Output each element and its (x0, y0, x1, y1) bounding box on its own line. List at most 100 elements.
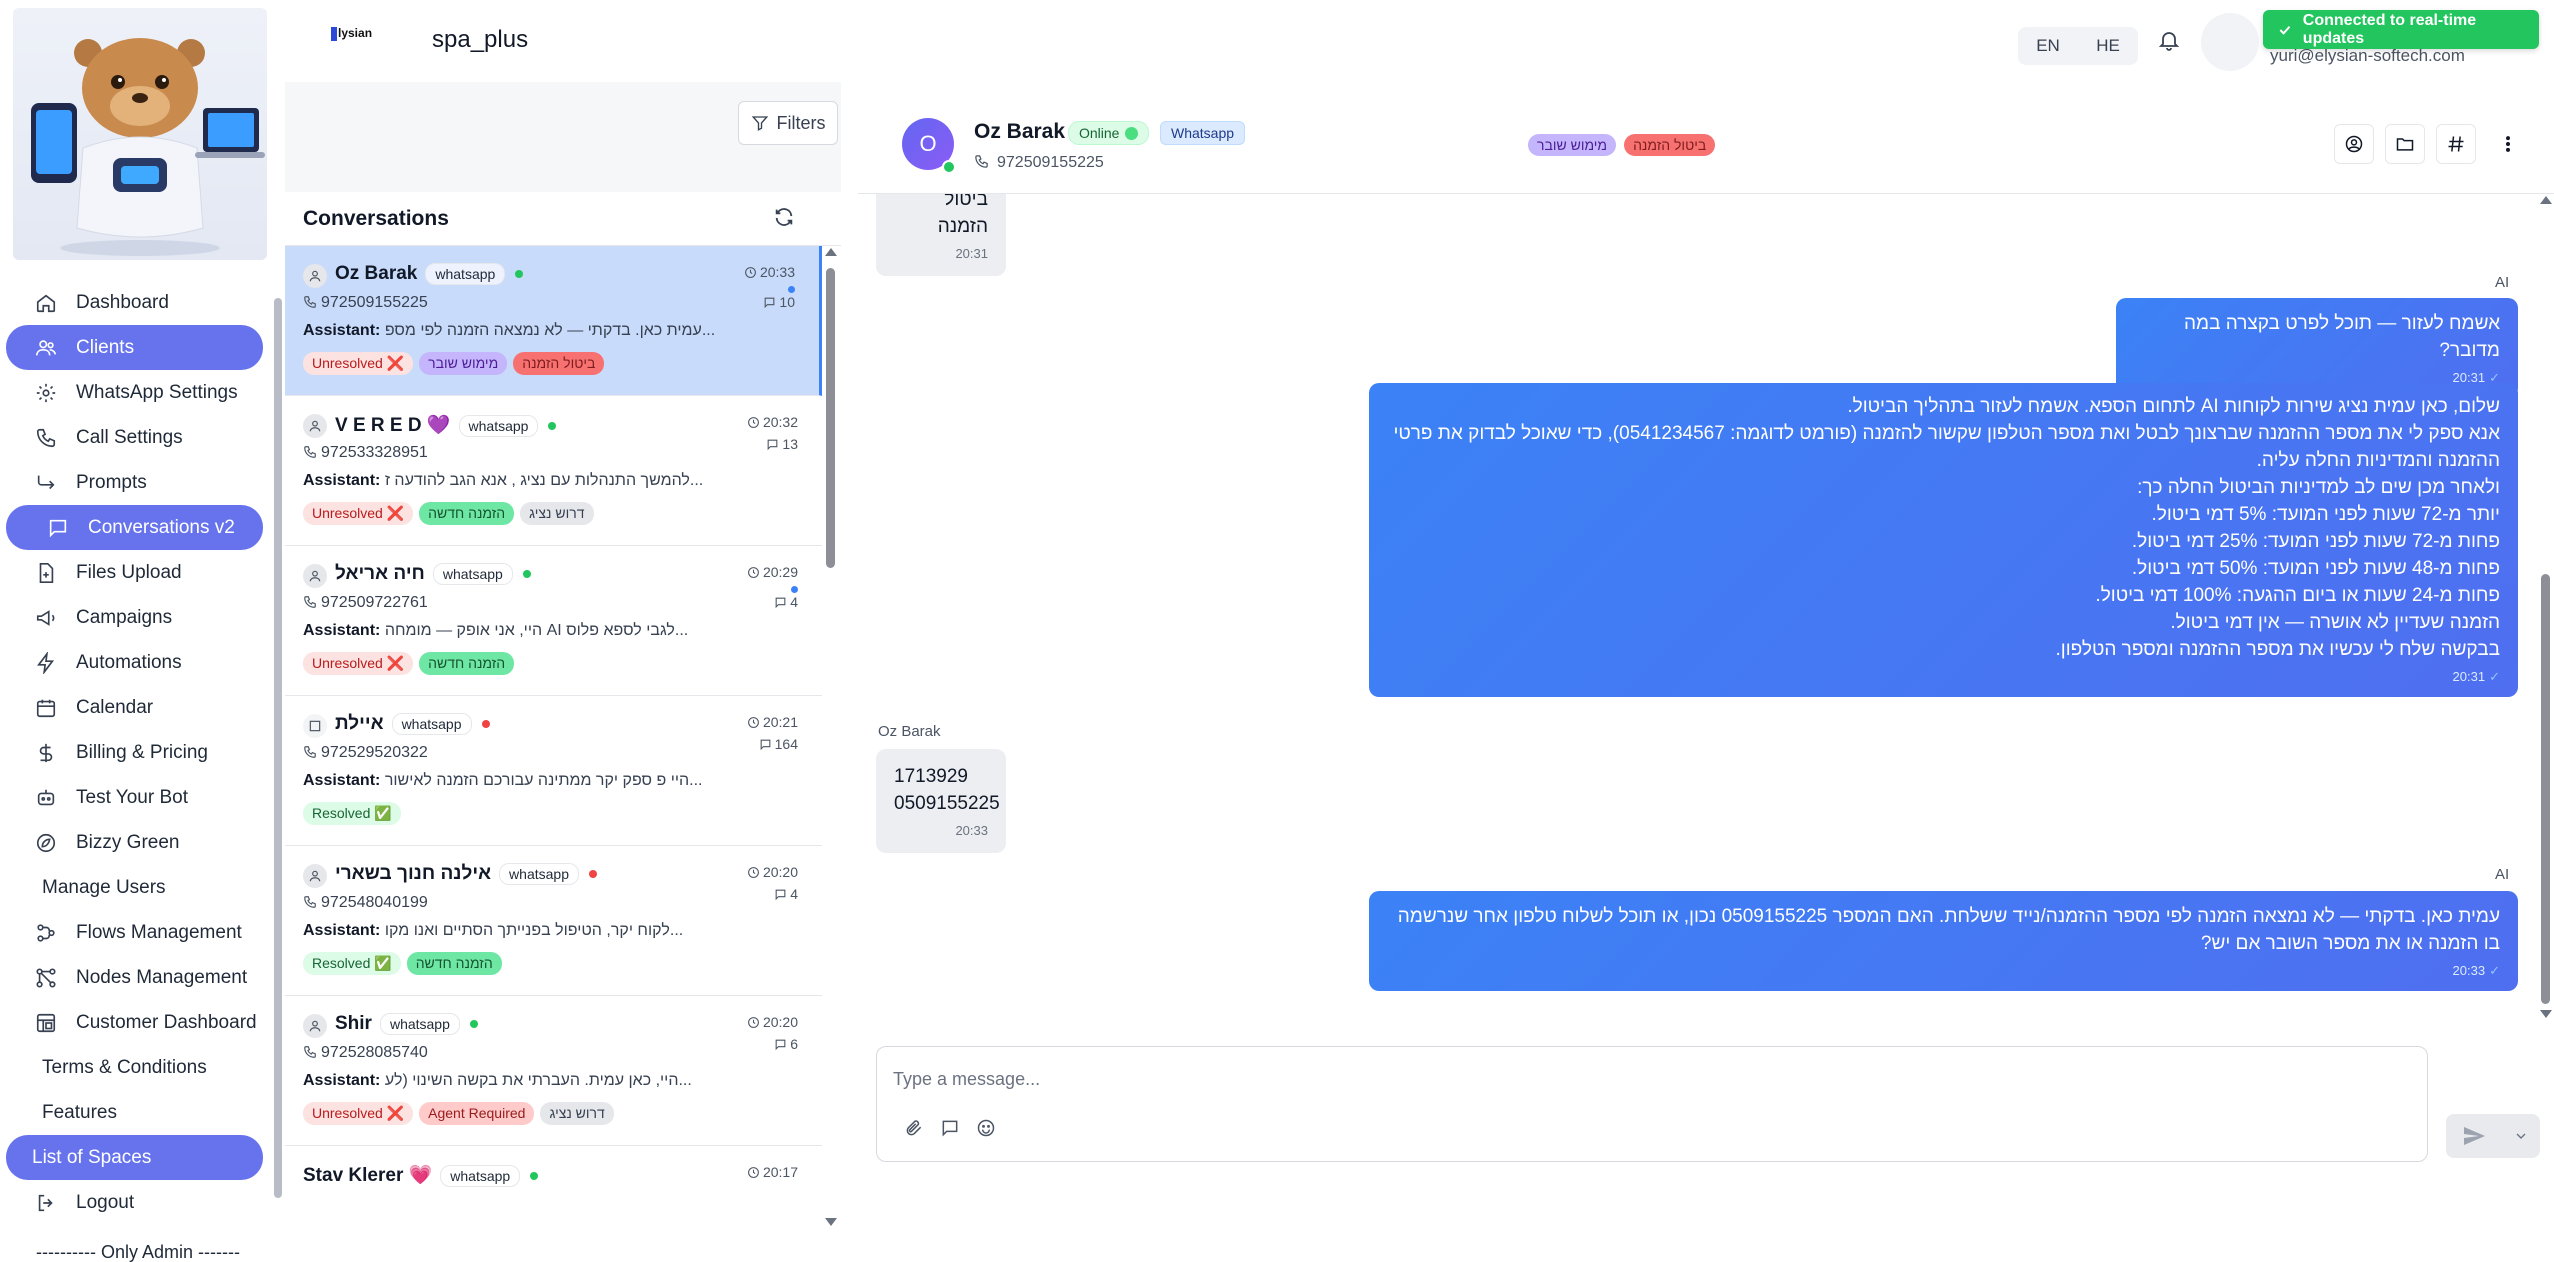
user-avatar[interactable] (2201, 13, 2259, 71)
incoming-message: ביטול הזמנה 20:31 (876, 194, 1006, 276)
folder-button[interactable] (2385, 124, 2425, 164)
sidebar-item-logout[interactable]: Logout (0, 1180, 285, 1225)
message-line: פחות מ-24 שעות או ביום ההגעה: 100% דמי ב… (2095, 585, 2500, 606)
read-check-icon: ✓ (2489, 963, 2500, 978)
sidebar-item-label: Logout (76, 1191, 135, 1213)
sidebar-item-features[interactable]: Features (0, 1090, 285, 1135)
message-composer (876, 1046, 2428, 1162)
conversation-phone: 972509722761 (303, 594, 428, 612)
toast-text: Connected to real-time updates (2302, 11, 2477, 47)
hashtag-button[interactable] (2436, 124, 2476, 164)
space-name: spa_plus (432, 26, 529, 53)
sidebar-item-clients[interactable]: Clients (6, 325, 263, 370)
scrollbar-thumb[interactable] (2541, 574, 2550, 1004)
phone-icon (304, 1046, 316, 1058)
scroll-up-icon[interactable] (2540, 196, 2552, 204)
calendar-icon (34, 696, 58, 720)
message-scrollbar[interactable] (2538, 194, 2554, 1024)
contact-name: אילנה חנוך בשארי (335, 863, 492, 885)
phone-number: 972509722761 (321, 594, 428, 611)
chat-tags: מימוש שובר ביטול הזמנה (1528, 134, 1716, 156)
count-text: 13 (782, 436, 798, 452)
conversation-item[interactable]: איילת whatsapp 972529520322 Assistant: הי… (285, 696, 822, 846)
sidebar-item-billing[interactable]: Billing & Pricing (0, 730, 285, 775)
preview-sender: Assistant: (303, 1072, 381, 1089)
phone-icon (34, 426, 58, 450)
count-text: 4 (790, 886, 798, 902)
channel-badge: whatsapp (440, 1164, 521, 1187)
sidebar-item-dashboard[interactable]: Dashboard (0, 280, 285, 325)
sidebar-item-label: List of Spaces (32, 1146, 152, 1168)
lang-he-button[interactable]: HE (2096, 36, 2120, 56)
contact-profile-button[interactable] (2334, 124, 2374, 164)
sidebar-item-terms[interactable]: Terms & Conditions (0, 1045, 285, 1090)
scroll-down-icon[interactable] (2540, 1010, 2552, 1018)
sidebar-item-customer-dashboard[interactable]: Customer Dashboard (0, 1000, 285, 1045)
read-check-icon: ✓ (2489, 669, 2500, 684)
brand-mark-icon (331, 26, 337, 41)
conversation-item[interactable]: V E R E D 💜 whatsapp 972533328951 Assista… (285, 396, 822, 546)
scroll-up-icon[interactable] (825, 248, 837, 256)
tag-badge: Agent Required (419, 1102, 535, 1125)
sidebar-item-label: Flows Management (76, 921, 242, 943)
lang-en-button[interactable]: EN (2036, 36, 2060, 56)
conversation-scrollbar[interactable] (822, 246, 841, 1262)
flow-icon (34, 921, 58, 945)
sidebar-item-flows-management[interactable]: Flows Management (0, 910, 285, 955)
conversation-name: V E R E D 💜 whatsapp (335, 413, 557, 437)
channel-badge: whatsapp (425, 263, 506, 285)
user-icon (303, 414, 327, 438)
conversation-item[interactable]: Stav Klerer 💗 whatsapp 20:17 (285, 1146, 822, 1262)
online-dot (530, 1171, 539, 1180)
phone-number: 972509155225 (997, 154, 1104, 171)
conversation-time: 20:20 (747, 864, 798, 880)
sidebar-item-conversations-v2[interactable]: Conversations v2 (6, 505, 263, 550)
refresh-icon[interactable] (773, 206, 797, 230)
sidebar-item-automations[interactable]: Automations (0, 640, 285, 685)
sidebar-scrollbar-thumb[interactable] (274, 298, 282, 1198)
message-line: הזמנה שעדיין לא אושרה — אין דמי ביטול. (2170, 612, 2500, 633)
sidebar-item-nodes-management[interactable]: Nodes Management (0, 955, 285, 1000)
sidebar-item-label: WhatsApp Settings (76, 381, 238, 403)
conversation-tags: Resolved ✅ (303, 802, 401, 825)
time-text: 20:29 (762, 564, 798, 580)
message-input[interactable] (893, 1063, 2393, 1095)
sidebar-item-label: Test Your Bot (76, 786, 188, 808)
sidebar-item-label: Billing & Pricing (76, 741, 208, 763)
conversation-item[interactable]: Shir whatsapp 972528085740 Assistant: היי… (285, 996, 822, 1146)
sidebar-item-files-upload[interactable]: Files Upload (0, 550, 285, 595)
sidebar-item-call-settings[interactable]: Call Settings (0, 415, 285, 460)
sidebar-item-prompts[interactable]: Prompts (0, 460, 285, 505)
attach-icon[interactable] (901, 1115, 927, 1141)
scroll-down-icon[interactable] (825, 1218, 837, 1226)
tag-badge[interactable]: מימוש שובר (1528, 134, 1617, 156)
filters-button[interactable]: Filters (738, 101, 838, 145)
sidebar-scrollbar[interactable] (274, 280, 282, 1262)
conversation-name: איילת whatsapp (335, 713, 490, 735)
scrollbar-thumb[interactable] (826, 268, 835, 568)
notification-bell-icon[interactable] (2157, 28, 2185, 56)
phone-icon (304, 596, 316, 608)
sidebar-item-label: Manage Users (42, 876, 166, 898)
sidebar-item-whatsapp-settings[interactable]: WhatsApp Settings (0, 370, 285, 415)
sidebar-item-list-of-spaces[interactable]: List of Spaces (6, 1135, 263, 1180)
tag-badge[interactable]: ביטול הזמנה (1624, 134, 1716, 156)
template-message-icon[interactable] (937, 1115, 963, 1141)
emoji-icon[interactable] (973, 1115, 999, 1141)
more-options-button[interactable] (2488, 124, 2528, 164)
sidebar-item-manage-users[interactable]: Manage Users (0, 865, 285, 910)
message-count: 4 (774, 594, 798, 610)
sidebar-item-campaigns[interactable]: Campaigns (0, 595, 285, 640)
sidebar-item-test-your-bot[interactable]: Test Your Bot (0, 775, 285, 820)
sidebar-item-calendar[interactable]: Calendar (0, 685, 285, 730)
phone-number: 972509155225 (321, 294, 428, 311)
conversation-item[interactable]: אילנה חנוך בשארי whatsapp 972548040199 As… (285, 846, 822, 996)
preview-text: עמית כאן. בדקתי — לא נמצאה הזמנה לפי מספ… (384, 322, 716, 339)
bot-icon (34, 786, 58, 810)
sidebar-item-bizzy-green[interactable]: Bizzy Green (0, 820, 285, 865)
conversation-item[interactable]: Oz Barak whatsapp 972509155225 Assistant:… (285, 246, 822, 396)
send-options-button[interactable] (2502, 1114, 2540, 1158)
send-button[interactable] (2446, 1114, 2502, 1158)
phone-icon (975, 155, 988, 168)
conversation-item[interactable]: חיה אריאל whatsapp 972509722761 Assistant… (285, 546, 822, 696)
